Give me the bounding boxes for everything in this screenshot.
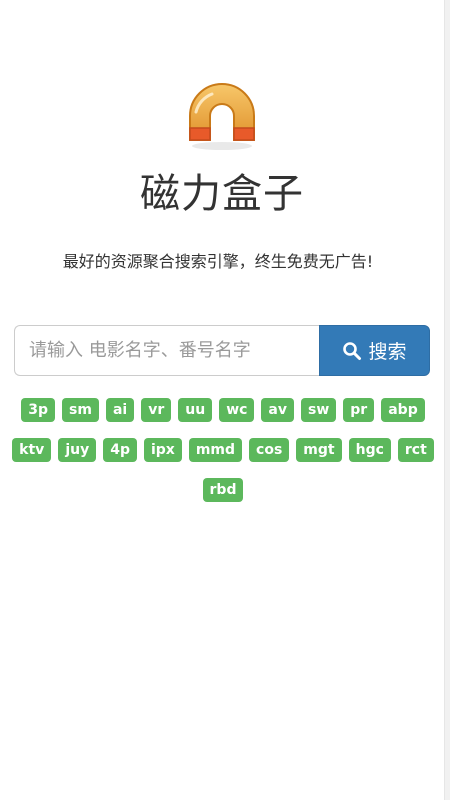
tag-button[interactable]: vr: [141, 398, 172, 422]
tag-button[interactable]: av: [261, 398, 294, 422]
tag-button[interactable]: juy: [58, 438, 97, 462]
scrollbar[interactable]: [444, 0, 450, 800]
app-title: 磁力盒子: [140, 171, 304, 217]
tag-button[interactable]: cos: [249, 438, 290, 462]
tag-button[interactable]: ktv: [12, 438, 52, 462]
tag-button[interactable]: sw: [301, 398, 337, 422]
tag-list: 3p sm ai vr uu wc av sw pr abp ktv juy 4p ipx mmd cos mg…: [12, 398, 434, 502]
tag-button[interactable]: mmd: [188, 438, 243, 462]
search-button-label: 搜索: [368, 341, 407, 363]
tag-button[interactable]: 4p: [103, 438, 137, 462]
tag-button[interactable]: hgc: [348, 438, 391, 462]
search-button[interactable]: 搜索: [319, 325, 430, 376]
tag-button[interactable]: 3p: [21, 398, 56, 422]
magnet-logo-icon: [182, 82, 262, 152]
tag-button[interactable]: abp: [381, 398, 425, 422]
tag-button[interactable]: mgt: [296, 438, 342, 462]
tag-button[interactable]: ai: [105, 398, 135, 422]
search-input[interactable]: [14, 325, 319, 376]
tag-button[interactable]: sm: [62, 398, 99, 422]
tag-button[interactable]: uu: [178, 398, 213, 422]
app-slogan: 最好的资源聚合搜索引擎，终生免费无广告!: [62, 252, 374, 271]
tag-button[interactable]: rct: [397, 438, 434, 462]
tag-button[interactable]: pr: [343, 398, 375, 422]
tag-button[interactable]: rbd: [202, 478, 244, 502]
search-bar: 搜索: [14, 325, 430, 376]
page: 磁力盒子 最好的资源聚合搜索引擎，终生免费无广告! 搜索 3psmaivruuw…: [0, 0, 444, 800]
search-icon: [342, 341, 362, 361]
tag-button[interactable]: ipx: [143, 438, 182, 462]
tag-button[interactable]: wc: [219, 398, 255, 422]
